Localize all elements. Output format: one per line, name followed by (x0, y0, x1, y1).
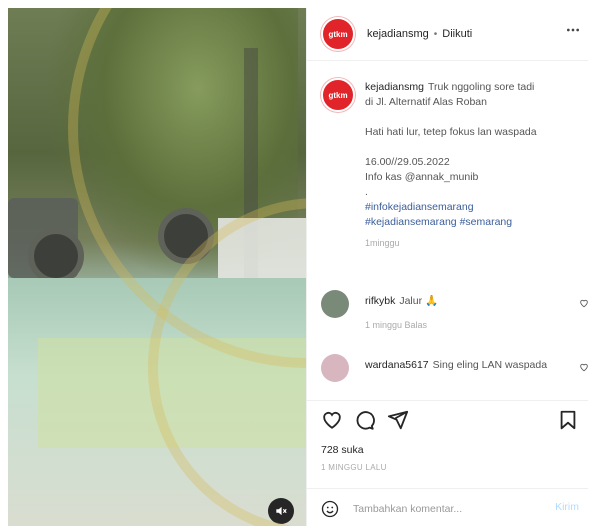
hashtag-link[interactable]: #infokejadiansemarang (365, 200, 579, 215)
comment-username[interactable]: rifkybk (365, 295, 395, 307)
caption-line: 16.00//29.05.2022 (365, 156, 450, 168)
post-date: 1 MINGGU LALU (321, 463, 387, 472)
heart-icon (580, 363, 588, 372)
paper-plane-icon (387, 410, 409, 430)
post-video[interactable] (8, 8, 306, 526)
caption-time: 1minggu (365, 238, 400, 248)
caption-username[interactable]: kejadiansmg (365, 81, 424, 93)
caption-line: Info kas @annak_munib (365, 171, 479, 183)
post-comment-button[interactable]: Kirim (555, 501, 579, 513)
comment-body: Sing eling LAN waspada (432, 359, 548, 371)
more-options-button[interactable] (565, 22, 581, 41)
caption-line: . (365, 186, 368, 198)
bookmark-icon (560, 410, 576, 430)
comment-button[interactable] (353, 409, 375, 431)
likes-count[interactable]: 728 suka (321, 444, 364, 456)
comment-text: rifkybk Jalur 🙏 (365, 294, 565, 309)
caption-blank (365, 140, 579, 155)
add-comment-bar: Kirim (307, 488, 588, 526)
separator-dot: • (433, 28, 438, 40)
emoji-button[interactable] (321, 500, 339, 518)
comment-input[interactable] (351, 499, 535, 519)
heart-icon (323, 411, 341, 429)
truck-wheel (158, 208, 214, 264)
more-horizontal-icon (567, 28, 579, 32)
emoji-icon (321, 500, 339, 518)
comment-meta[interactable]: 1 minggu Balas (365, 320, 427, 330)
truck-wheel (28, 228, 84, 284)
comment-username[interactable]: wardana5617 (365, 359, 429, 371)
comment-like-button[interactable] (579, 362, 588, 374)
hashtag-link[interactable]: #kejadiansemarang (365, 216, 457, 228)
comment-body: Jalur 🙏 (399, 295, 439, 307)
post-header: gtkm kejadiansmg • Diikuti (307, 8, 588, 61)
post-sidebar: gtkm kejadiansmg • Diikuti gtkm kejadian… (306, 8, 588, 526)
save-button[interactable] (557, 409, 579, 431)
avatar[interactable]: gtkm (321, 17, 355, 51)
comment-like-button[interactable] (579, 298, 588, 310)
avatar[interactable] (321, 354, 349, 382)
following-button[interactable]: Diikuti (442, 28, 472, 40)
comment-text: wardana5617 Sing eling LAN waspada (365, 358, 565, 373)
tarpaulin-fold (38, 338, 306, 448)
share-button[interactable] (387, 409, 409, 431)
heart-icon (580, 299, 588, 308)
caption-line: di Jl. Alternatif Alas Roban (365, 96, 487, 108)
comments-list[interactable]: gtkm kejadiansmg Truk nggoling sore tadi … (307, 68, 588, 398)
hashtag-link[interactable]: #semarang (460, 216, 513, 228)
speaker-muted-icon (276, 506, 287, 516)
caption-line: Hati hati lur, tetep fokus lan waspada (365, 126, 537, 138)
comment-icon (356, 411, 375, 430)
post-dialog: gtkm kejadiansmg • Diikuti gtkm kejadian… (8, 8, 588, 526)
like-button[interactable] (321, 409, 343, 431)
header-username[interactable]: kejadiansmg (367, 28, 429, 40)
action-bar (307, 400, 588, 435)
avatar[interactable] (321, 290, 349, 318)
caption-text: kejadiansmg Truk nggoling sore tadi di Jl… (365, 80, 579, 251)
caption-line: Truk nggoling sore tadi (427, 81, 535, 93)
parked-truck (218, 218, 306, 278)
caption-avatar[interactable]: gtkm (321, 78, 355, 112)
mute-button[interactable] (268, 498, 294, 524)
caption-blank (365, 110, 579, 125)
